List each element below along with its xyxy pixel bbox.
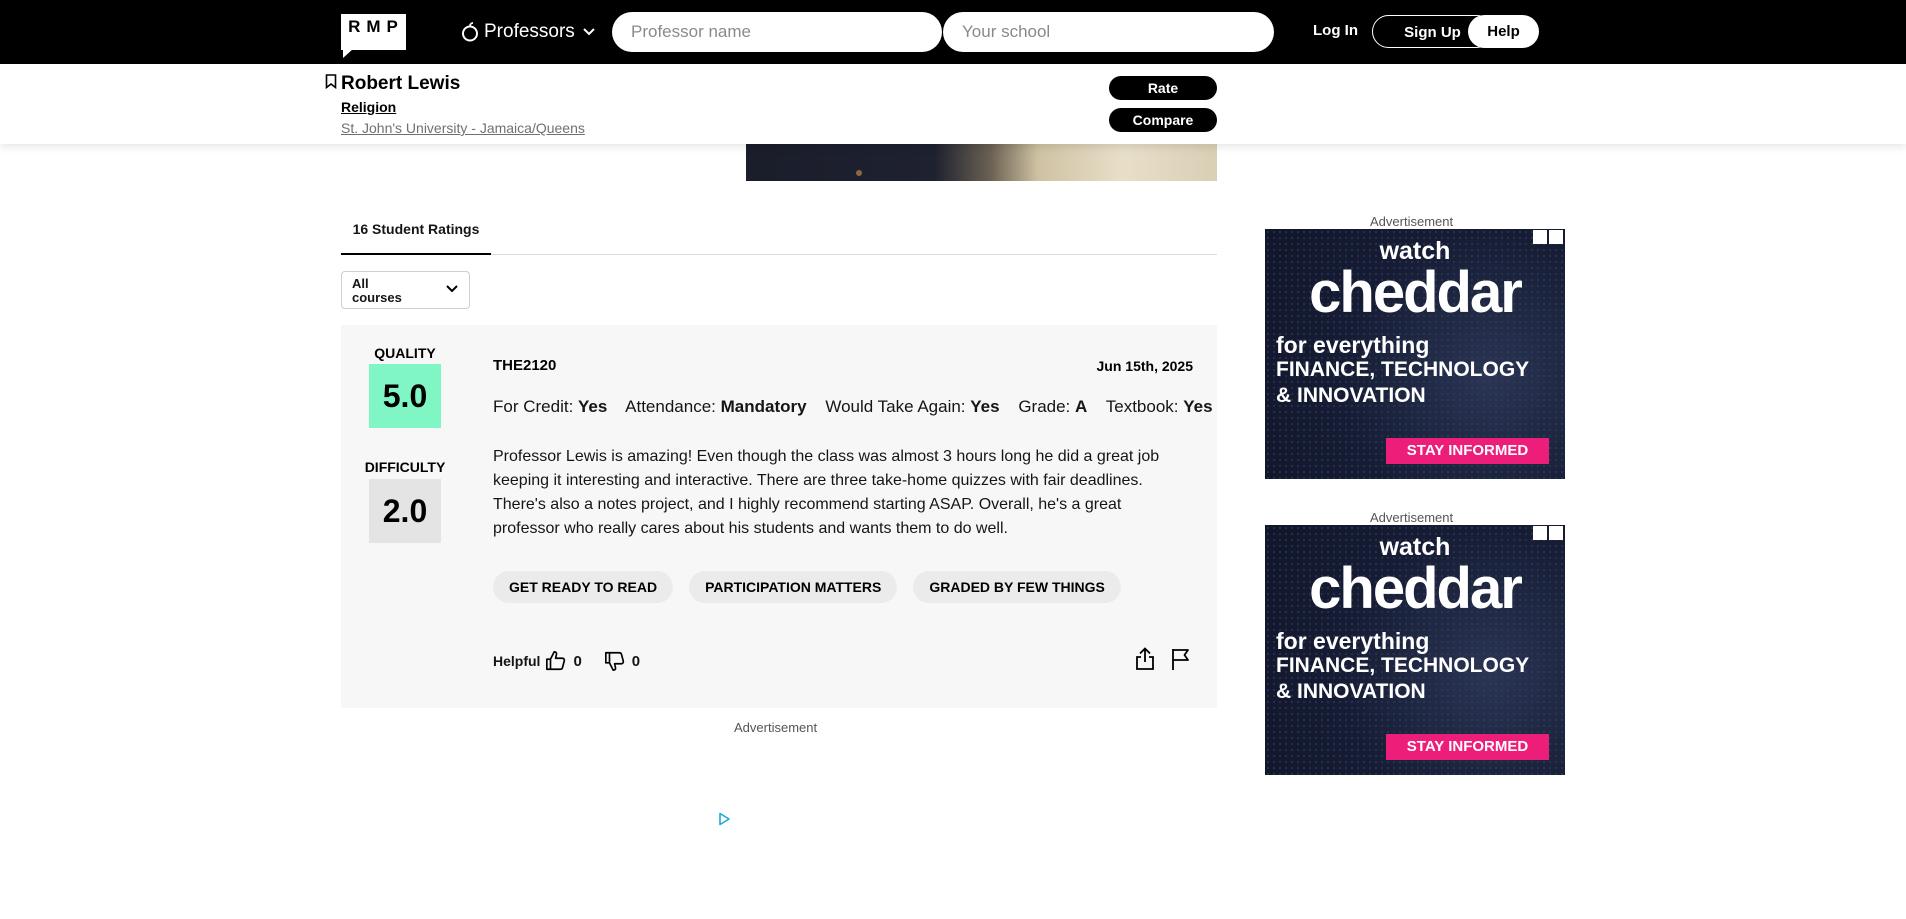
chevron-down-icon bbox=[583, 28, 595, 36]
meta-grade: Grade: A bbox=[1018, 397, 1088, 416]
meta-attendance: Attendance: Mandatory bbox=[625, 397, 807, 416]
rating-actions bbox=[1120, 647, 1192, 671]
professor-name-input[interactable] bbox=[612, 12, 942, 52]
ad-brand: cheddar bbox=[1309, 260, 1523, 325]
advertisement-label: Advertisement bbox=[1370, 214, 1454, 229]
rating-date: Jun 15th, 2025 bbox=[1096, 358, 1194, 374]
rate-button[interactable]: Rate bbox=[1109, 76, 1217, 100]
rating-card: QUALITY 5.0 DIFFICULTY 2.0 THE2120 Jun 1… bbox=[341, 325, 1217, 708]
side-ad[interactable]: watch cheddar for everything FINANCE, TE… bbox=[1265, 229, 1565, 479]
difficulty-label: DIFFICULTY bbox=[364, 459, 446, 475]
course-filter-label: All courses bbox=[352, 276, 402, 305]
school-input[interactable] bbox=[943, 12, 1274, 52]
department-link[interactable]: Religion bbox=[341, 99, 396, 115]
login-button[interactable]: Log In bbox=[1313, 22, 1358, 39]
meta-for-credit: For Credit: Yes bbox=[493, 397, 608, 416]
flag-icon[interactable] bbox=[1170, 647, 1192, 671]
quality-label: QUALITY bbox=[374, 345, 436, 361]
share-icon[interactable] bbox=[1134, 647, 1156, 671]
professor-sticky-header: Robert Lewis Religion St. John's Univers… bbox=[0, 64, 1906, 144]
search-type-dropdown[interactable]: Professors bbox=[460, 18, 599, 46]
meta-textbook: Textbook: Yes bbox=[1105, 397, 1213, 416]
meta-would-take-again: Would Take Again: Yes bbox=[825, 397, 1000, 416]
side-ad[interactable]: watch cheddar for everything FINANCE, TE… bbox=[1265, 525, 1565, 775]
thumbs-up-count: 0 bbox=[573, 652, 582, 670]
tag: GRADED BY FEW THINGS bbox=[913, 571, 1121, 603]
bookmark-icon[interactable] bbox=[325, 74, 337, 89]
professor-name: Robert Lewis bbox=[341, 73, 461, 94]
ad-line-1: for everything bbox=[1276, 628, 1430, 654]
rating-tags: GET READY TO READ PARTICIPATION MATTERS … bbox=[493, 571, 1137, 603]
course-code: THE2120 bbox=[493, 357, 557, 374]
thumbs-down-count: 0 bbox=[631, 652, 641, 670]
school-link[interactable]: St. John's University - Jamaica/Queens bbox=[341, 120, 585, 136]
ratings-tabs: 16 Student Ratings bbox=[341, 212, 1217, 255]
thumbs-down-icon bbox=[604, 651, 624, 671]
tag: GET READY TO READ bbox=[493, 571, 674, 603]
tab-student-ratings[interactable]: 16 Student Ratings bbox=[341, 212, 491, 255]
search-type-label: Professors bbox=[484, 21, 575, 42]
rating-meta: For Credit: Yes Attendance: Mandatory Wo… bbox=[493, 397, 1227, 417]
rating-comment: Professor Lewis is amazing! Even though … bbox=[493, 448, 1160, 537]
difficulty-score: 2.0 bbox=[369, 479, 441, 543]
thumbs-up-icon bbox=[546, 651, 566, 671]
adchoices-icon[interactable] bbox=[717, 812, 731, 826]
ad-line-2: FINANCE, TECHNOLOGY bbox=[1276, 654, 1530, 677]
advertisement-label: Advertisement bbox=[1370, 510, 1454, 525]
tag: PARTICIPATION MATTERS bbox=[689, 571, 898, 603]
compare-button[interactable]: Compare bbox=[1109, 108, 1217, 132]
ad-line-3: & INNOVATION bbox=[1276, 384, 1426, 407]
course-filter-select[interactable]: All courses bbox=[341, 271, 470, 309]
professor-icon bbox=[462, 22, 478, 42]
thumbs-up-button[interactable]: 0 bbox=[545, 650, 582, 672]
ad-cta-button[interactable]: STAY INFORMED bbox=[1386, 438, 1549, 464]
photo-detail bbox=[856, 170, 862, 176]
quality-score: 5.0 bbox=[369, 364, 441, 428]
helpful-votes: Helpful 0 0 bbox=[493, 650, 640, 672]
ad-line-3: & INNOVATION bbox=[1276, 680, 1426, 703]
ad-line-1: for everything bbox=[1276, 332, 1430, 358]
help-button[interactable]: Help bbox=[1468, 15, 1539, 48]
rmp-logo[interactable]: RMP bbox=[341, 14, 406, 58]
top-nav: RMP Professors Log In Sign Up Help bbox=[0, 0, 1906, 64]
advertisement-label: Advertisement bbox=[734, 720, 818, 735]
ad-cta-button[interactable]: STAY INFORMED bbox=[1386, 734, 1549, 760]
helpful-label: Helpful bbox=[493, 653, 541, 669]
chevron-down-icon bbox=[446, 285, 458, 293]
ad-brand: cheddar bbox=[1309, 556, 1523, 621]
ad-line-2: FINANCE, TECHNOLOGY bbox=[1276, 358, 1530, 381]
professor-photo bbox=[746, 144, 1217, 181]
thumbs-down-button[interactable]: 0 bbox=[604, 650, 640, 672]
